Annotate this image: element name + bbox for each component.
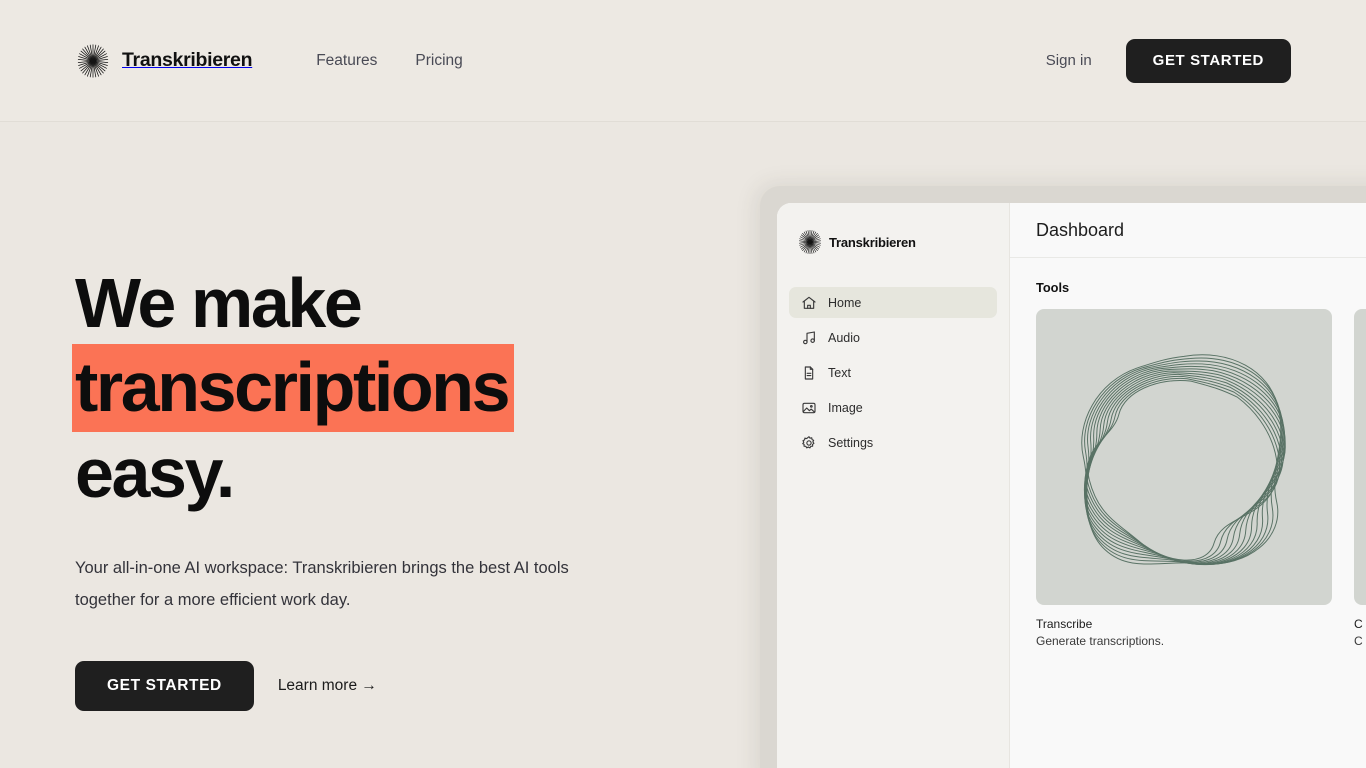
sidebar-item-image[interactable]: Image <box>789 392 997 423</box>
site-header: Transkribieren Features Pricing Sign in … <box>0 0 1366 122</box>
mockup-topbar: Dashboard <box>1010 203 1366 258</box>
mockup-content: Tools Transcribe Generate transcriptions… <box>1010 258 1366 768</box>
hero-subtitle: Your all-in-one AI workspace: Transkribi… <box>75 559 569 609</box>
gear-icon <box>802 435 815 448</box>
mockup-brand: Transkribieren <box>789 229 997 255</box>
sidebar-item-audio-label: Audio <box>828 330 860 345</box>
sidebar-item-settings-label: Settings <box>828 435 874 450</box>
sidebar-item-text-label: Text <box>828 365 851 380</box>
mockup-nav: Home Audio Text Image Settings <box>789 287 997 458</box>
image-icon <box>802 402 816 413</box>
sign-in-link[interactable]: Sign in <box>1046 52 1092 69</box>
hero-cta-group: GET STARTED Learn more → <box>75 661 695 711</box>
sidebar-item-image-label: Image <box>828 400 863 415</box>
nav-item-features[interactable]: Features <box>316 52 377 70</box>
sidebar-item-settings[interactable]: Settings <box>789 427 997 458</box>
nav-item-pricing[interactable]: Pricing <box>415 52 462 70</box>
sunburst-icon <box>799 229 821 255</box>
mockup-tool-card-list: Transcribe Generate transcriptions. C C <box>1036 309 1366 648</box>
sunburst-icon <box>77 43 109 78</box>
hero-title: We make transcriptions easy. <box>72 262 695 514</box>
generative-wave-rings-art <box>1036 309 1332 605</box>
hero-title-line-1: We make <box>75 264 363 342</box>
document-icon <box>804 365 814 380</box>
learn-more-link[interactable]: Learn more → <box>278 677 377 695</box>
mockup-brand-name: Transkribieren <box>829 234 916 250</box>
get-started-button-header[interactable]: GET STARTED <box>1125 38 1291 83</box>
sidebar-item-home-label: Home <box>828 295 862 310</box>
tool-card[interactable]: C C <box>1354 309 1366 648</box>
hero-section: We make transcriptions easy. Your all-in… <box>72 262 695 711</box>
mockup-page-title: Dashboard <box>1036 219 1125 240</box>
mockup-section-title: Tools <box>1036 280 1070 295</box>
sidebar-item-text[interactable]: Text <box>789 357 997 388</box>
hero-title-highlight: transcriptions <box>72 344 515 432</box>
brand-name: Transkribieren <box>122 49 253 71</box>
tool-card-title: C <box>1354 617 1363 631</box>
mockup-main: Dashboard Tools Transcribe Generate tran… <box>1010 203 1366 768</box>
generative-wave-rings-art <box>1354 309 1366 605</box>
tool-card-description: Generate transcriptions. <box>1036 634 1165 648</box>
tool-card-title: Transcribe <box>1036 617 1093 631</box>
dashboard-mockup-window: Transkribieren Home Audio Text Image Set… <box>777 203 1366 768</box>
tool-card-description: C <box>1354 634 1363 648</box>
get-started-button-hero[interactable]: GET STARTED <box>75 661 254 711</box>
header-actions: Sign in GET STARTED <box>1046 38 1291 83</box>
music-note-icon <box>803 330 815 344</box>
hero-title-line-2: transcriptions <box>72 344 695 432</box>
hero-title-line-3: easy. <box>75 434 235 512</box>
sidebar-item-home[interactable]: Home <box>789 287 997 318</box>
brand-logo-link[interactable]: Transkribieren <box>75 43 253 79</box>
dashboard-mockup-frame: Transkribieren Home Audio Text Image Set… <box>760 186 1366 768</box>
tool-card[interactable]: Transcribe Generate transcriptions. <box>1036 309 1332 648</box>
sidebar-item-audio[interactable]: Audio <box>789 322 997 353</box>
home-icon <box>802 296 816 309</box>
mockup-sidebar: Transkribieren Home Audio Text Image Set… <box>777 203 1010 768</box>
main-nav: Features Pricing <box>316 52 463 70</box>
